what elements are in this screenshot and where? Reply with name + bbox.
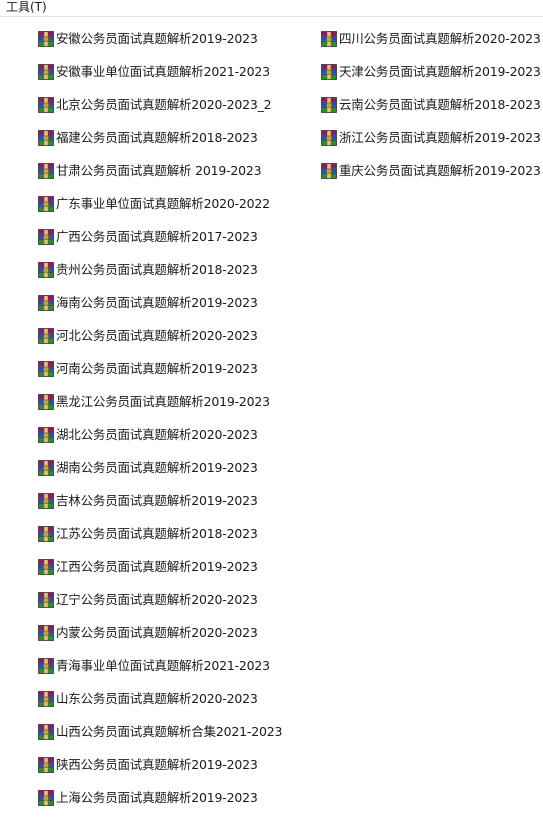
file-name: 山东公务员面试真题解析2020-2023 (56, 691, 258, 706)
winrar-archive-icon (321, 97, 337, 113)
file-item[interactable]: 青海事业单位面试真题解析2021-2023 (38, 655, 270, 677)
file-item[interactable]: 福建公务员面试真题解析2018-2023 (38, 127, 258, 149)
file-name: 湖北公务员面试真题解析2020-2023 (56, 427, 258, 442)
file-name: 江苏公务员面试真题解析2018-2023 (56, 526, 258, 541)
file-item[interactable]: 广西公务员面试真题解析2017-2023 (38, 226, 258, 248)
file-name: 上海公务员面试真题解析2019-2023 (56, 790, 258, 805)
file-name: 湖南公务员面试真题解析2019-2023 (56, 460, 258, 475)
file-item[interactable]: 安徽事业单位面试真题解析2021-2023 (38, 61, 270, 83)
winrar-archive-icon (38, 196, 54, 212)
file-item[interactable]: 北京公务员面试真题解析2020-2023_2 (38, 94, 272, 116)
file-name: 河北公务员面试真题解析2020-2023 (56, 328, 258, 343)
winrar-archive-icon (38, 295, 54, 311)
file-name: 天津公务员面试真题解析2019-2023 (339, 64, 541, 79)
file-name: 甘肃公务员面试真题解析 2019-2023 (56, 163, 262, 178)
file-item[interactable]: 江西公务员面试真题解析2019-2023 (38, 556, 258, 578)
file-item[interactable]: 贵州公务员面试真题解析2018-2023 (38, 259, 258, 281)
file-name: 安徽公务员面试真题解析2019-2023 (56, 31, 258, 46)
file-name: 浙江公务员面试真题解析2019-2023 (339, 130, 541, 145)
file-name: 吉林公务员面试真题解析2019-2023 (56, 493, 258, 508)
file-item[interactable]: 陕西公务员面试真题解析2019-2023 (38, 754, 258, 776)
file-item[interactable]: 山东公务员面试真题解析2020-2023 (38, 688, 258, 710)
file-item[interactable]: 江苏公务员面试真题解析2018-2023 (38, 523, 258, 545)
file-item[interactable]: 河北公务员面试真题解析2020-2023 (38, 325, 258, 347)
file-item[interactable]: 辽宁公务员面试真题解析2020-2023 (38, 589, 258, 611)
winrar-archive-icon (38, 658, 54, 674)
file-item[interactable]: 浙江公务员面试真题解析2019-2023 (321, 127, 541, 149)
winrar-archive-icon (38, 757, 54, 773)
winrar-archive-icon (38, 229, 54, 245)
file-item[interactable]: 河南公务员面试真题解析2019-2023 (38, 358, 258, 380)
winrar-archive-icon (38, 64, 54, 80)
winrar-archive-icon (38, 493, 54, 509)
file-name: 辽宁公务员面试真题解析2020-2023 (56, 592, 258, 607)
file-name: 黑龙江公务员面试真题解析2019-2023 (56, 394, 270, 409)
winrar-archive-icon (321, 130, 337, 146)
file-item[interactable]: 湖北公务员面试真题解析2020-2023 (38, 424, 258, 446)
file-item[interactable]: 云南公务员面试真题解析2018-2023 (321, 94, 541, 116)
winrar-archive-icon (38, 31, 54, 47)
file-item[interactable]: 上海公务员面试真题解析2019-2023 (38, 787, 258, 809)
file-name: 青海事业单位面试真题解析2021-2023 (56, 658, 270, 673)
file-name: 内蒙公务员面试真题解析2020-2023 (56, 625, 258, 640)
file-item[interactable]: 天津公务员面试真题解析2019-2023 (321, 61, 541, 83)
winrar-archive-icon (38, 262, 54, 278)
winrar-archive-icon (38, 592, 54, 608)
file-item[interactable]: 海南公务员面试真题解析2019-2023 (38, 292, 258, 314)
file-item[interactable]: 黑龙江公务员面试真题解析2019-2023 (38, 391, 270, 413)
winrar-archive-icon (38, 559, 54, 575)
file-name: 云南公务员面试真题解析2018-2023 (339, 97, 541, 112)
file-name: 海南公务员面试真题解析2019-2023 (56, 295, 258, 310)
winrar-archive-icon (38, 328, 54, 344)
file-name: 重庆公务员面试真题解析2019-2023 (339, 163, 541, 178)
file-item[interactable]: 湖南公务员面试真题解析2019-2023 (38, 457, 258, 479)
file-name: 陕西公务员面试真题解析2019-2023 (56, 757, 258, 772)
file-name: 北京公务员面试真题解析2020-2023_2 (56, 97, 272, 112)
file-item[interactable]: 四川公务员面试真题解析2020-2023 (321, 28, 541, 50)
file-name: 山西公务员面试真题解析合集2021-2023 (56, 724, 283, 739)
winrar-archive-icon (38, 460, 54, 476)
winrar-archive-icon (38, 394, 54, 410)
winrar-archive-icon (38, 724, 54, 740)
file-item[interactable]: 内蒙公务员面试真题解析2020-2023 (38, 622, 258, 644)
winrar-archive-icon (321, 31, 337, 47)
file-item[interactable]: 山西公务员面试真题解析合集2021-2023 (38, 721, 282, 743)
file-name: 四川公务员面试真题解析2020-2023 (339, 31, 541, 46)
winrar-archive-icon (321, 163, 337, 179)
winrar-archive-icon (321, 64, 337, 80)
winrar-archive-icon (38, 625, 54, 641)
winrar-archive-icon (38, 526, 54, 542)
winrar-archive-icon (38, 163, 54, 179)
winrar-archive-icon (38, 130, 54, 146)
file-item[interactable]: 广东事业单位面试真题解析2020-2022 (38, 193, 270, 215)
file-name: 河南公务员面试真题解析2019-2023 (56, 361, 258, 376)
file-name: 贵州公务员面试真题解析2018-2023 (56, 262, 258, 277)
file-item[interactable]: 吉林公务员面试真题解析2019-2023 (38, 490, 258, 512)
winrar-archive-icon (38, 790, 54, 806)
file-list: 安徽公务员面试真题解析2019-2023 安徽事业单位面试真题解析2021-202… (0, 0, 543, 828)
file-item[interactable]: 安徽公务员面试真题解析2019-2023 (38, 28, 258, 50)
file-item[interactable]: 重庆公务员面试真题解析2019-2023 (321, 160, 541, 182)
file-item[interactable]: 甘肃公务员面试真题解析 2019-2023 (38, 160, 262, 182)
file-name: 江西公务员面试真题解析2019-2023 (56, 559, 258, 574)
file-name: 福建公务员面试真题解析2018-2023 (56, 130, 258, 145)
file-name: 广东事业单位面试真题解析2020-2022 (56, 196, 270, 211)
winrar-archive-icon (38, 361, 54, 377)
winrar-archive-icon (38, 427, 54, 443)
file-name: 广西公务员面试真题解析2017-2023 (56, 229, 258, 244)
winrar-archive-icon (38, 691, 54, 707)
winrar-archive-icon (38, 97, 54, 113)
file-name: 安徽事业单位面试真题解析2021-2023 (56, 64, 270, 79)
